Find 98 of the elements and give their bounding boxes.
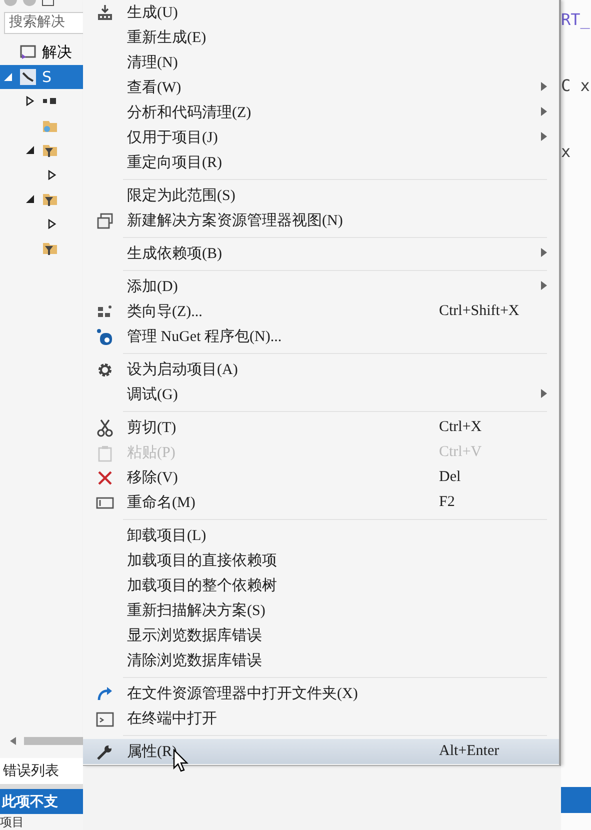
menu-item[interactable]: 查看(W) xyxy=(83,75,559,100)
cross-icon xyxy=(96,468,114,486)
menu-item[interactable]: 剪切(T) Ctrl+X xyxy=(83,415,559,440)
shortcut-text: Ctrl+Shift+X xyxy=(439,303,520,319)
windows-icon xyxy=(96,212,114,230)
submenu-arrow-icon xyxy=(541,107,547,116)
menu-item[interactable]: 仅用于项目(J) xyxy=(83,125,559,150)
menu-item[interactable]: 重新生成(E) xyxy=(83,25,559,50)
wrench-icon xyxy=(96,742,114,760)
submenu-arrow-icon xyxy=(541,132,547,141)
menu-label: 生成(U) xyxy=(127,4,179,22)
folder-icon xyxy=(42,191,58,208)
menu-label: 限定为此范围(S) xyxy=(127,186,236,205)
shortcut-text: Ctrl+V xyxy=(439,444,482,460)
shortcut-text: F2 xyxy=(439,494,455,510)
tree-row[interactable]: 解决 xyxy=(0,40,83,64)
menu-item[interactable]: 卸载项目(L) xyxy=(83,523,559,548)
search-field[interactable]: 搜索解决 xyxy=(4,12,83,34)
code-text: C x xyxy=(561,76,591,97)
submenu-arrow-icon xyxy=(541,281,547,290)
menu-item[interactable]: 调试(G) xyxy=(83,382,559,407)
menu-item[interactable]: 添加(D) xyxy=(83,274,559,299)
menu-item[interactable]: 设为启动项目(A) xyxy=(83,357,559,382)
footer-text: 项目 xyxy=(0,814,25,830)
package-icon xyxy=(96,328,114,346)
menu-item[interactable]: 管理 NuGet 程序包(N)... xyxy=(83,324,559,349)
menu-label: 显示浏览数据库错误 xyxy=(127,626,263,645)
settings-icon xyxy=(96,360,114,378)
folder-icon xyxy=(42,142,58,158)
shortcut-text: Del xyxy=(439,469,461,485)
clipboard-icon xyxy=(96,444,114,462)
expand-icon[interactable] xyxy=(26,96,34,106)
menu-item[interactable]: 在终端中打开 xyxy=(83,706,559,731)
solution-icon xyxy=(20,44,36,60)
menu-label: 在文件资源管理器中打开文件夹(X) xyxy=(127,684,359,703)
menu-label: 调试(G) xyxy=(127,386,179,404)
menu-item[interactable]: 在文件资源管理器中打开文件夹(X) xyxy=(83,681,559,706)
menu-item[interactable]: 生成依赖项(B) xyxy=(83,241,559,266)
menu-item[interactable]: 重命名(M) F2 xyxy=(83,490,559,515)
tree-label: 解决 xyxy=(42,42,72,62)
menu-label: 查看(W) xyxy=(127,78,182,97)
menu-item[interactable]: 清理(N) xyxy=(83,50,559,75)
menu-label: 添加(D) xyxy=(127,278,179,296)
menu-label: 清理(N) xyxy=(127,54,179,72)
menu-label: 管理 NuGet 程序包(N)... xyxy=(127,327,283,346)
menu-label: 剪切(T) xyxy=(127,418,178,437)
selected-tree-row[interactable]: S xyxy=(0,64,83,89)
menu-label: 粘贴(P) xyxy=(127,444,176,462)
curved-arrow-icon xyxy=(96,684,114,702)
submenu-arrow-icon xyxy=(541,248,547,257)
menu-label: 重新生成(E) xyxy=(127,28,208,47)
menu-label: 重新扫描解决方案(S) xyxy=(127,601,266,620)
build-icon xyxy=(96,4,114,22)
collapse-icon[interactable] xyxy=(26,146,34,154)
folder-icon xyxy=(42,240,58,256)
status-bar xyxy=(561,787,591,813)
menu-label: 加载项目的整个依赖树 xyxy=(127,576,278,595)
shortcut-text: Ctrl+X xyxy=(439,419,482,435)
submenu-arrow-icon xyxy=(541,82,547,91)
menu-label: 生成依赖项(B) xyxy=(127,244,223,263)
menu-label: 在终端中打开 xyxy=(127,710,218,728)
expand-icon[interactable] xyxy=(48,170,56,180)
status-text: 此项不支 xyxy=(2,793,58,810)
scrollbar-thumb[interactable] xyxy=(24,737,83,745)
submenu-arrow-icon xyxy=(541,389,547,398)
project-icon xyxy=(20,68,36,85)
menu-label: 重命名(M) xyxy=(127,494,196,512)
expand-icon[interactable] xyxy=(48,218,56,229)
menu-label: 设为启动项目(A) xyxy=(127,360,239,379)
menu-item[interactable]: 分析和代码清理(Z) xyxy=(83,100,559,125)
menu-item[interactable]: 新建解决方案资源管理器视图(N) xyxy=(83,208,559,233)
menu-item[interactable]: 移除(V) Del xyxy=(83,465,559,490)
menu-label: 清除浏览数据库错误 xyxy=(127,651,263,670)
terminal-icon xyxy=(96,710,114,728)
menu-item[interactable]: 生成(U) xyxy=(83,0,559,25)
menu-label: 仅用于项目(J) xyxy=(127,129,219,147)
menu-item[interactable]: 类向导(Z)... Ctrl+Shift+X xyxy=(83,299,559,324)
scroll-left-icon[interactable] xyxy=(10,737,16,745)
menu-label: 重定向项目(R) xyxy=(127,153,223,172)
shortcut-text: Alt+Enter xyxy=(439,743,500,759)
menu-item[interactable]: 清除浏览数据库错误 xyxy=(83,648,559,673)
menu-label: 卸载项目(L) xyxy=(127,526,208,545)
menu-label: 加载项目的直接依赖项 xyxy=(127,552,278,570)
collapse-icon[interactable] xyxy=(26,195,34,204)
menu-item[interactable]: 重定向项目(R) xyxy=(83,150,559,175)
code-text: RT_ xyxy=(561,10,591,31)
tree-label: S xyxy=(42,68,52,86)
menu-item[interactable]: 加载项目的整个依赖树 xyxy=(83,573,559,598)
menu-label: 移除(V) xyxy=(127,469,179,487)
menu-item[interactable]: 限定为此范围(S) xyxy=(83,183,559,208)
menu-label: 分析和代码清理(Z) xyxy=(127,104,252,122)
menu-item[interactable]: 重新扫描解决方案(S) xyxy=(83,598,559,623)
menu-item[interactable]: 显示浏览数据库错误 xyxy=(83,623,559,648)
menu-label: 新建解决方案资源管理器视图(N) xyxy=(127,211,344,230)
code-text: x xyxy=(561,142,572,163)
menu-label: 类向导(Z)... xyxy=(127,302,204,321)
menu-item[interactable]: 加载项目的直接依赖项 xyxy=(83,548,559,573)
scissors-icon xyxy=(96,418,114,436)
